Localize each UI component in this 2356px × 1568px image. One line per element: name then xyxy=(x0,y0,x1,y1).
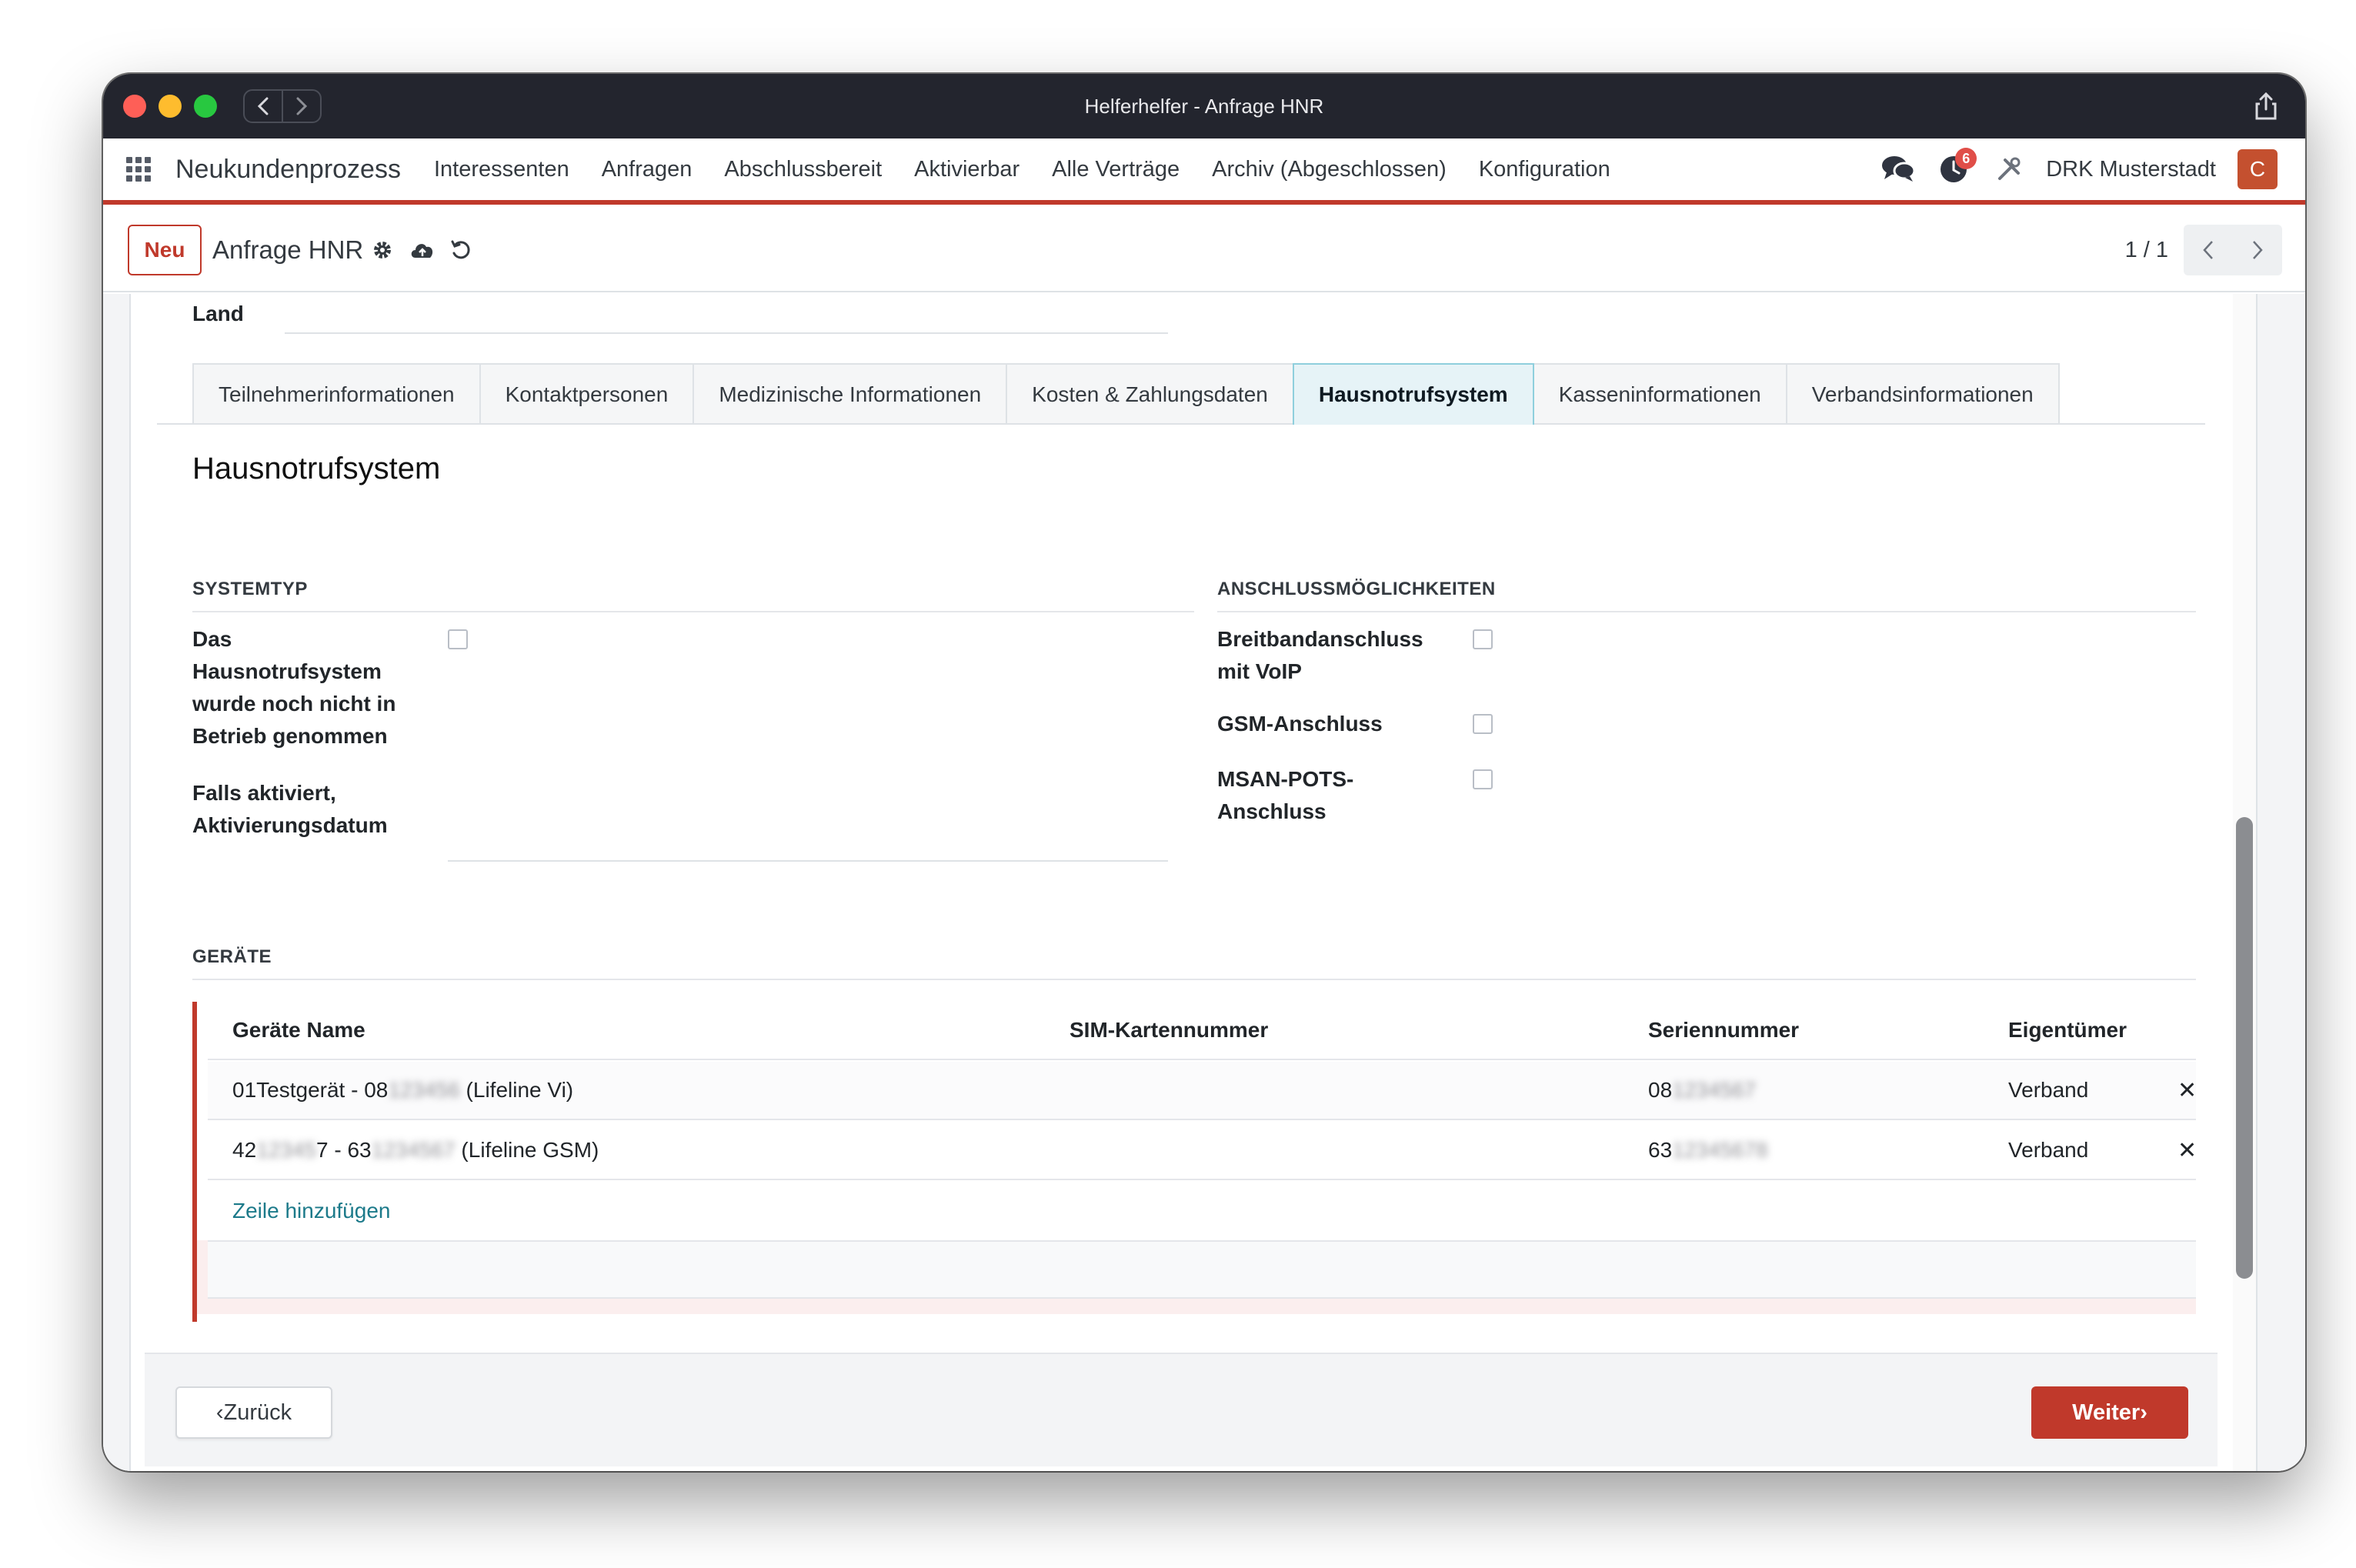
redacted-text: 12345678 xyxy=(1672,1138,1768,1162)
back-button[interactable]: ‹Zurück xyxy=(175,1386,332,1439)
tab-kontaktpersonen[interactable]: Kontaktpersonen xyxy=(479,363,695,425)
notebook-tabs: Teilnehmerinformationen Kontaktpersonen … xyxy=(192,363,2060,425)
gsm-checkbox[interactable] xyxy=(1473,714,1493,734)
menu-item-interessenten[interactable]: Interessenten xyxy=(418,157,586,182)
table-empty-row xyxy=(208,1240,2196,1299)
control-panel: Neu Anfrage HNR 1 / 1 xyxy=(103,209,2305,292)
owner-cell[interactable]: Verband xyxy=(2008,1138,2088,1163)
serial-number-cell[interactable]: 6312345678 xyxy=(1648,1138,1768,1163)
menu-item-abschlussbereit[interactable]: Abschlussbereit xyxy=(708,157,898,182)
menu-item-archiv[interactable]: Archiv (Abgeschlossen) xyxy=(1196,157,1463,182)
activation-date-label: Falls aktiviert, Aktivierungsdatum xyxy=(192,781,388,837)
devices-table: Geräte Name SIM-Kartennummer Seriennumme… xyxy=(192,1002,2197,1322)
tab-divider xyxy=(157,423,2205,425)
redacted-text: 1234567 xyxy=(1672,1078,1757,1102)
col-owner[interactable]: Eigentümer xyxy=(2008,1018,2127,1043)
tab-teilnehmerinformationen[interactable]: Teilnehmerinformationen xyxy=(192,363,481,425)
serial-number-cell[interactable]: 081234567 xyxy=(1648,1078,1756,1103)
menu-item-konfiguration[interactable]: Konfiguration xyxy=(1463,157,1627,182)
pager-previous-button[interactable] xyxy=(2184,225,2233,275)
app-window: Helferhelfer - Anfrage HNR Neukundenproz… xyxy=(103,74,2305,1471)
chat-icon[interactable] xyxy=(1880,151,1917,188)
debug-tools-icon[interactable] xyxy=(1991,151,2027,188)
form-sheet: Land Teilnehmerinformationen Kontaktpers… xyxy=(129,294,2258,1471)
gsm-label: GSM-Anschluss xyxy=(1217,712,1383,736)
app-menu-icon[interactable] xyxy=(126,157,151,182)
not-in-operation-label: Das Hausnotrufsystem wurde noch nicht in… xyxy=(192,627,396,748)
owner-cell[interactable]: Verband xyxy=(2008,1078,2088,1103)
devices-heading: GERÄTE xyxy=(192,946,2196,980)
col-sim-number[interactable]: SIM-Kartennummer xyxy=(1070,1018,1268,1043)
top-menu: Interessenten Anfragen Abschlussbereit A… xyxy=(418,157,1627,182)
activity-clock-icon[interactable]: 6 xyxy=(1935,148,1977,188)
redacted-text: 12345 xyxy=(256,1138,317,1162)
activation-date-field[interactable] xyxy=(448,860,1168,862)
msan-pots-checkbox[interactable] xyxy=(1473,769,1493,789)
new-record-button[interactable]: Neu xyxy=(128,225,202,275)
pager-value[interactable]: 1 / 1 xyxy=(2125,225,2168,275)
add-line-link[interactable]: Zeile hinzufügen xyxy=(232,1199,390,1223)
broadband-voip-label: Breitbandanschluss mit VoIP xyxy=(1217,627,1423,683)
company-switcher[interactable]: DRK Musterstadt xyxy=(2046,157,2216,182)
tab-verbandsinformationen[interactable]: Verbandsinformationen xyxy=(1785,363,2060,425)
remove-row-icon[interactable]: ✕ xyxy=(2177,1137,2197,1164)
device-name-cell[interactable]: 01Testgerät - 08123456 (Lifeline Vi) xyxy=(232,1078,573,1103)
anschluss-heading: ANSCHLUSSMÖGLICHKEITEN xyxy=(1217,579,2196,612)
form-view: Land Teilnehmerinformationen Kontaktpers… xyxy=(103,294,2305,1471)
breadcrumb-title: Anfrage HNR xyxy=(212,235,364,264)
section-title: Hausnotrufsystem xyxy=(192,452,441,485)
broadband-voip-checkbox[interactable] xyxy=(1473,629,1493,649)
activity-badge: 6 xyxy=(1955,148,1977,169)
add-line-row: Zeile hinzufügen xyxy=(208,1182,2196,1240)
wizard-footer: ‹Zurück Weiter› xyxy=(145,1353,2218,1466)
col-serial-number[interactable]: Seriennummer xyxy=(1648,1018,1799,1043)
redacted-text: 123456 xyxy=(388,1078,460,1102)
next-button[interactable]: Weiter› xyxy=(2031,1386,2188,1439)
share-icon[interactable] xyxy=(2248,89,2284,123)
scrollbar[interactable] xyxy=(2233,294,2256,1471)
systemtyp-heading: SYSTEMTYP xyxy=(192,579,1194,612)
msan-pots-label: MSAN-POTS-Anschluss xyxy=(1217,767,1354,823)
window-title: Helferhelfer - Anfrage HNR xyxy=(1084,95,1324,118)
land-label: Land xyxy=(192,302,244,325)
not-in-operation-checkbox[interactable] xyxy=(448,629,468,649)
tab-medizinische-informationen[interactable]: Medizinische Informationen xyxy=(692,363,1008,425)
cloud-save-icon[interactable] xyxy=(408,235,437,265)
tab-kasseninformationen[interactable]: Kasseninformationen xyxy=(1532,363,1787,425)
main-navbar: Neukundenprozess Interessenten Anfragen … xyxy=(103,138,2305,205)
col-device-name[interactable]: Geräte Name xyxy=(232,1018,365,1043)
gear-icon[interactable] xyxy=(368,235,397,265)
land-field[interactable] xyxy=(285,332,1168,334)
discard-changes-icon[interactable] xyxy=(446,235,476,265)
table-header: Geräte Name SIM-Kartennummer Seriennumme… xyxy=(208,1002,2196,1060)
menu-item-aktivierbar[interactable]: Aktivierbar xyxy=(898,157,1036,182)
app-brand[interactable]: Neukundenprozess xyxy=(175,155,401,185)
menu-item-anfragen[interactable]: Anfragen xyxy=(586,157,709,182)
pager-next-button[interactable] xyxy=(2233,225,2282,275)
table-row[interactable]: 01Testgerät - 08123456 (Lifeline Vi) 081… xyxy=(208,1062,2197,1120)
table-row[interactable]: 42123457 - 631234567 (Lifeline GSM) 6312… xyxy=(208,1122,2197,1180)
navbar-systray: 6 DRK Musterstadt C xyxy=(1861,138,2278,200)
menu-item-alle-vertraege[interactable]: Alle Verträge xyxy=(1036,157,1196,182)
user-avatar[interactable]: C xyxy=(2238,149,2278,189)
tab-hausnotrufsystem[interactable]: Hausnotrufsystem xyxy=(1292,363,1534,425)
tab-kosten-zahlungsdaten[interactable]: Kosten & Zahlungsdaten xyxy=(1006,363,1294,425)
scrollbar-thumb[interactable] xyxy=(2236,817,2253,1279)
remove-row-icon[interactable]: ✕ xyxy=(2177,1077,2197,1104)
redacted-text: 1234567 xyxy=(371,1138,456,1162)
title-bar: Helferhelfer - Anfrage HNR xyxy=(103,74,2305,138)
device-name-cell[interactable]: 42123457 - 631234567 (Lifeline GSM) xyxy=(232,1138,599,1163)
